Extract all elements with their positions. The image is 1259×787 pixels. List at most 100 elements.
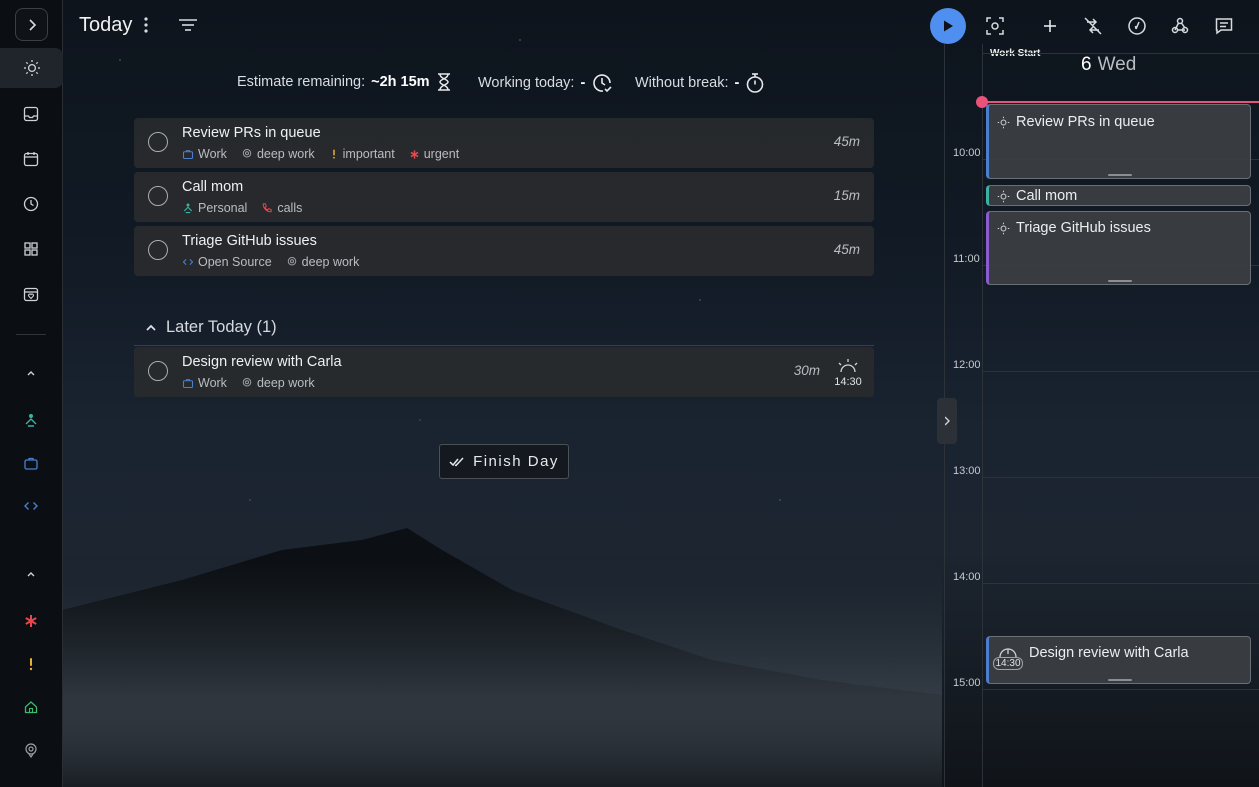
- routines-nav-button[interactable]: [9, 274, 53, 314]
- play-icon: [944, 20, 953, 32]
- mountain-silhouette: [62, 528, 942, 787]
- tag-deep-work[interactable]: deep work: [241, 376, 315, 390]
- history-nav-button[interactable]: [9, 184, 53, 224]
- event-time: 14:30: [993, 657, 1023, 670]
- open-source-project-button[interactable]: [9, 486, 53, 526]
- tag-urgent[interactable]: urgent: [409, 147, 459, 161]
- task-duration: 30m: [793, 363, 820, 378]
- complete-task-checkbox[interactable]: [148, 361, 168, 381]
- dashboard-nav-button[interactable]: [9, 229, 53, 269]
- calendar-day-header: 6 Wed: [1081, 54, 1136, 76]
- task-tags: Work deep work important urgent: [182, 147, 459, 161]
- tag-work[interactable]: Work: [182, 376, 227, 390]
- hour-label: 11:00: [953, 253, 980, 265]
- sun-icon: [23, 60, 40, 76]
- start-focus-button[interactable]: [930, 8, 966, 44]
- task-card[interactable]: Call mom Personal calls 15m: [134, 172, 874, 222]
- tag-deep-work[interactable]: deep work: [241, 147, 315, 161]
- working-today: Working today: -: [478, 72, 613, 94]
- collapse-projects-button[interactable]: [9, 353, 53, 393]
- stopwatch-icon: [747, 73, 764, 93]
- tag-work[interactable]: Work: [182, 147, 227, 161]
- comments-button[interactable]: [1206, 8, 1242, 44]
- event-header: Triage GitHub issues: [997, 220, 1151, 236]
- deep-work-tag-button[interactable]: [9, 730, 53, 770]
- event-title: Triage GitHub issues: [1016, 220, 1151, 236]
- task-title: Triage GitHub issues: [182, 233, 317, 249]
- event-title: Design review with Carla: [1029, 645, 1189, 661]
- tag-deep-work[interactable]: deep work: [286, 255, 359, 269]
- hour-label: 15:00: [953, 677, 981, 689]
- complete-task-checkbox[interactable]: [148, 186, 168, 206]
- briefcase-icon: [182, 150, 194, 160]
- person-icon: [25, 414, 37, 427]
- tag-personal[interactable]: Personal: [182, 201, 247, 215]
- day-name: Wed: [1097, 54, 1137, 75]
- tag-label: Open Source: [198, 255, 272, 269]
- estimate-label: Estimate remaining:: [237, 74, 366, 90]
- filter-button[interactable]: [176, 14, 200, 36]
- clock-check-icon: [593, 74, 612, 93]
- add-task-button[interactable]: [1032, 8, 1068, 44]
- calendar-event[interactable]: Call mom: [986, 185, 1251, 206]
- task-card[interactable]: Design review with Carla Work deep work …: [134, 347, 874, 397]
- resize-handle[interactable]: [1107, 174, 1132, 176]
- sync-off-icon: [1084, 17, 1102, 35]
- urgent-tag-button[interactable]: [9, 601, 53, 641]
- hourglass-icon: [437, 73, 450, 91]
- inbox-nav-button[interactable]: [9, 94, 53, 134]
- sync-off-button[interactable]: [1075, 8, 1111, 44]
- more-options-button[interactable]: [138, 14, 154, 36]
- home-tag-button[interactable]: [9, 687, 53, 727]
- time-axis: [982, 44, 983, 787]
- finish-day-button[interactable]: Finish Day: [439, 444, 569, 479]
- calendar-event[interactable]: Review PRs in queue: [986, 104, 1251, 179]
- later-today-label: Later Today (1): [166, 318, 277, 336]
- tag-label: Personal: [198, 201, 248, 215]
- working-label: Working today:: [478, 75, 575, 91]
- integrations-button[interactable]: [1162, 8, 1198, 44]
- expand-sidebar-button[interactable]: [15, 8, 48, 41]
- page-title: Today: [79, 14, 133, 36]
- calendar-event[interactable]: Triage GitHub issues: [986, 211, 1251, 285]
- scheduled-time-badge[interactable]: 14:30: [832, 359, 864, 389]
- hour-label: 13:00: [953, 465, 981, 477]
- focus-mode-button[interactable]: [977, 8, 1013, 44]
- target-icon: [242, 149, 252, 158]
- collapse-tags-button[interactable]: [9, 554, 53, 594]
- compass-icon: [1128, 17, 1146, 35]
- task-duration: 45m: [833, 134, 860, 149]
- work-project-button[interactable]: [9, 443, 53, 483]
- task-card[interactable]: Review PRs in queue Work deep work impor…: [134, 118, 874, 168]
- personal-project-button[interactable]: [9, 400, 53, 440]
- today-nav-button[interactable]: [0, 48, 63, 88]
- tag-important[interactable]: important: [329, 147, 395, 161]
- tag-label: Work: [198, 147, 227, 161]
- break-value: -: [734, 75, 740, 91]
- resize-handle[interactable]: [1107, 679, 1132, 681]
- tag-open-source[interactable]: Open Source: [182, 255, 272, 269]
- task-duration: 15m: [833, 188, 860, 203]
- message-icon: [1215, 18, 1233, 35]
- calendar-event[interactable]: 14:30 Design review with Carla: [986, 636, 1251, 684]
- sunrise-icon: [838, 359, 858, 373]
- event-title: Call mom: [1016, 188, 1078, 204]
- task-card[interactable]: Triage GitHub issues Open Source deep wo…: [134, 226, 874, 276]
- task-title: Design review with Carla: [182, 354, 342, 370]
- complete-task-checkbox[interactable]: [148, 132, 168, 152]
- hour-line: [982, 53, 1259, 54]
- briefcase-icon: [24, 457, 38, 470]
- help-button[interactable]: [1119, 8, 1155, 44]
- upcoming-nav-button[interactable]: [9, 139, 53, 179]
- scheduled-time: 14:30: [834, 376, 862, 388]
- estimate-value: ~2h 15m: [371, 74, 430, 90]
- sun-icon: [997, 190, 1010, 202]
- hour-line: [982, 583, 1259, 584]
- double-check-icon: [449, 456, 464, 466]
- tag-calls[interactable]: calls: [261, 201, 302, 215]
- calendar-icon: [23, 152, 39, 167]
- important-tag-button[interactable]: [9, 644, 53, 684]
- later-today-toggle[interactable]: Later Today (1): [134, 310, 874, 346]
- complete-task-checkbox[interactable]: [148, 240, 168, 260]
- resize-handle[interactable]: [1107, 280, 1132, 282]
